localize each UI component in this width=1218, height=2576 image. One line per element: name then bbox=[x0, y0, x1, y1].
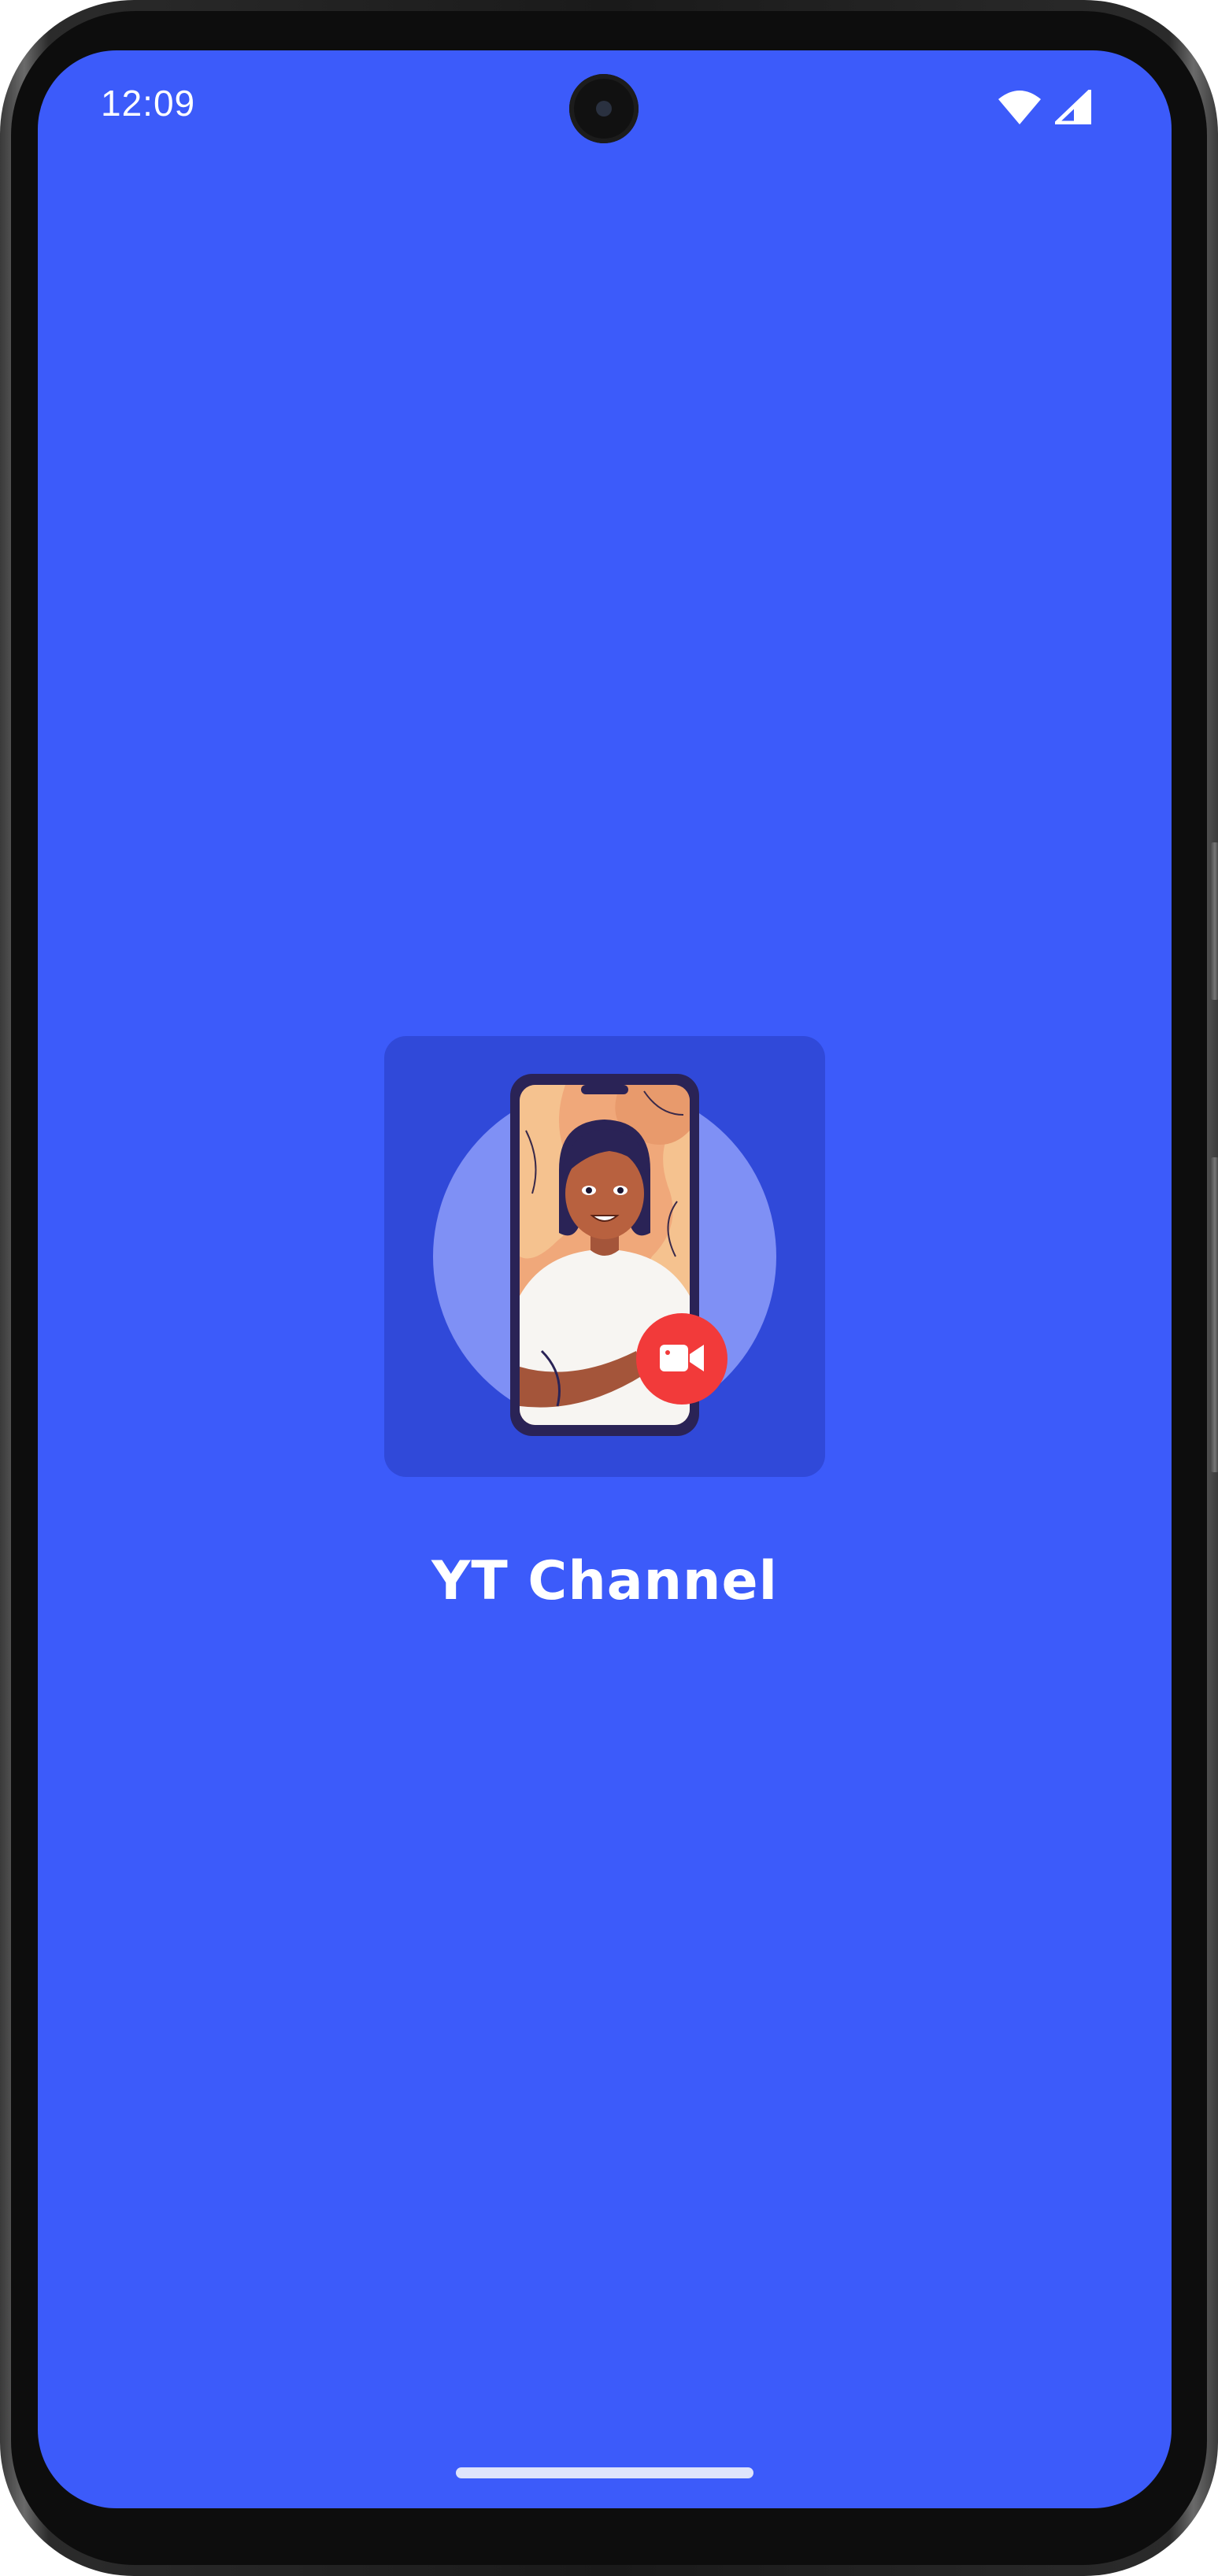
power-button bbox=[1210, 842, 1218, 1000]
device-frame: 12:09 YT Channel bbox=[0, 0, 1218, 2576]
splash-screen: YT Channel bbox=[38, 50, 1172, 2508]
screen: 12:09 YT Channel bbox=[38, 50, 1172, 2508]
app-name: YT Channel bbox=[431, 1550, 778, 1612]
volume-button bbox=[1210, 1157, 1218, 1472]
video-call-illustration-icon bbox=[433, 1074, 776, 1436]
app-icon[interactable] bbox=[384, 1036, 825, 1477]
home-indicator[interactable] bbox=[456, 2467, 753, 2478]
